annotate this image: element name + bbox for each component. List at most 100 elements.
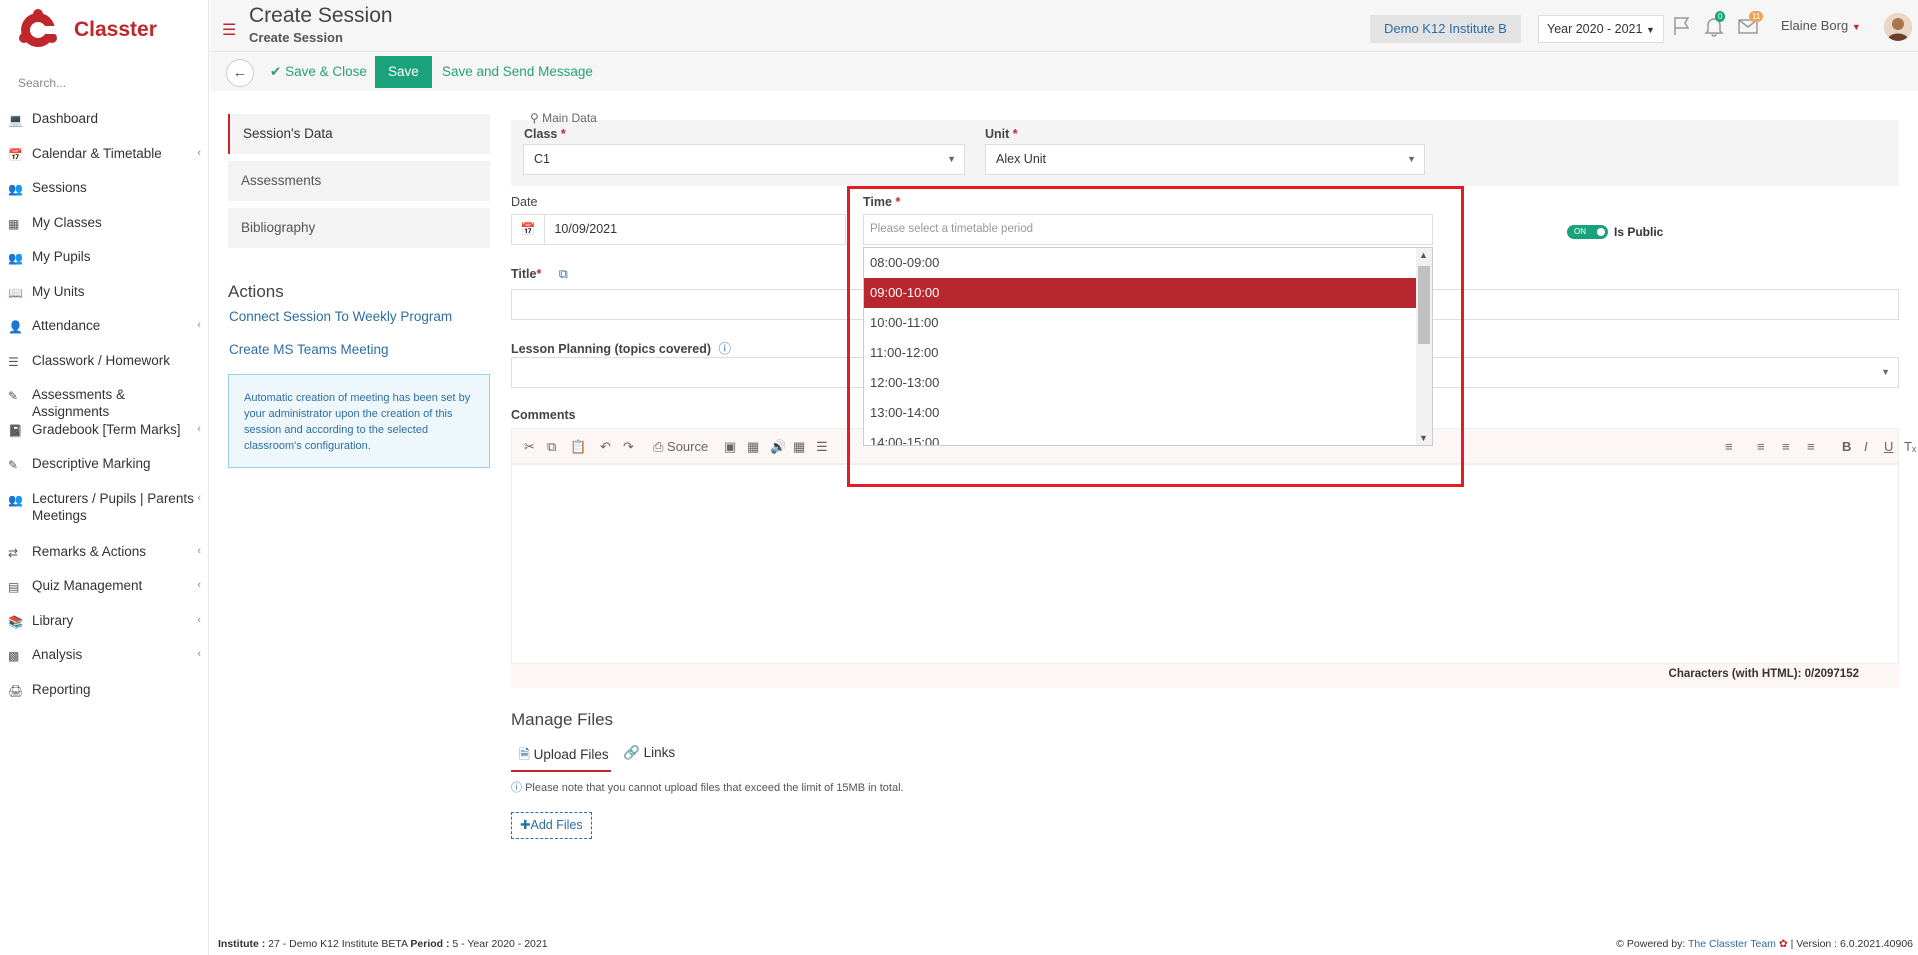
caret-down-icon: ▼ (1407, 154, 1416, 164)
tab-links[interactable]: 🔗 Links (623, 745, 675, 761)
active-tab-underline (511, 770, 611, 772)
justify-icon[interactable]: ≡ (1725, 439, 1733, 454)
tab-sessions-data[interactable]: Session's Data (228, 114, 490, 154)
notifications[interactable]: 0 (1703, 11, 1726, 37)
sidebar-item-my-pupils[interactable]: 👥 My Pupils (0, 248, 209, 283)
class-value: C1 (534, 152, 550, 166)
add-files-button[interactable]: ✚Add Files (511, 812, 592, 839)
time-select-input[interactable]: Please select a timetable period (863, 214, 1433, 245)
check-icon: ✔ (270, 64, 282, 79)
time-option[interactable]: 09:00-10:00 (864, 278, 1416, 308)
sidebar-item-analysis[interactable]: ▩ Analysis ‹ (0, 646, 209, 681)
user-menu[interactable]: Elaine Borg ▼ (1781, 18, 1861, 33)
sidebar-item-label: Sessions (32, 180, 87, 195)
chevron-left-icon: ‹ (197, 422, 201, 435)
align-center-icon[interactable]: ≡ (1782, 439, 1790, 454)
scroll-down-icon[interactable]: ▼ (1419, 433, 1428, 443)
sidebar-item-library[interactable]: 📚 Library ‹ (0, 612, 209, 647)
page-title: Create Session (249, 4, 393, 27)
copy-icon[interactable]: ⧉ (547, 439, 556, 455)
flag-icon[interactable] (1671, 15, 1693, 37)
cut-icon[interactable]: ✂ (524, 439, 535, 455)
align-left-icon[interactable]: ≡ (1757, 439, 1765, 454)
save-close-button[interactable]: ✔ Save & Close (270, 64, 367, 80)
sidebar-item-my-classes[interactable]: ▦ My Classes (0, 214, 209, 249)
sidebar-item-label: Dashboard (32, 111, 99, 126)
dropdown-scrollbar[interactable]: ▲ ▼ (1416, 248, 1432, 445)
copy-icon[interactable]: ⧉ (559, 267, 568, 281)
table-icon[interactable]: ▦ (793, 439, 805, 455)
sidebar-item-quiz-management[interactable]: ▤ Quiz Management ‹ (0, 577, 209, 612)
undo-icon[interactable]: ↶ (600, 439, 611, 455)
connect-weekly-program-link[interactable]: Connect Session To Weekly Program (229, 309, 452, 324)
sidebar-item-dashboard[interactable]: 💻 Dashboard (0, 110, 209, 145)
sidebar-item-my-units[interactable]: 📖 My Units (0, 283, 209, 318)
sidebar-item-calendar-timetable[interactable]: 📅 Calendar & Timetable ‹ (0, 145, 209, 180)
tab-bibliography[interactable]: Bibliography (228, 208, 490, 248)
required-marker: * (895, 195, 901, 209)
info-icon[interactable]: ⓘ (719, 342, 732, 356)
time-option[interactable]: 11:00-12:00 (864, 338, 1416, 368)
unit-select[interactable]: Alex Unit ▼ (985, 144, 1425, 175)
comments-editor[interactable] (511, 464, 1899, 664)
save-button[interactable]: Save (375, 56, 432, 88)
paste-icon[interactable]: 📋 (570, 439, 586, 455)
image-icon[interactable]: ▣ (724, 439, 736, 455)
sidebar-item-descriptive-marking[interactable]: ✎ Descriptive Marking (0, 455, 209, 490)
date-field[interactable]: 📅 10/09/2021 (511, 214, 846, 245)
bold-icon[interactable]: B (1842, 439, 1851, 454)
save-close-label: Save & Close (285, 64, 367, 79)
sidebar-item-label: Reporting (32, 681, 91, 697)
sessions-icon: 👥 (8, 182, 23, 196)
sidebar-item-classwork-homework[interactable]: ☰ Classwork / Homework (0, 352, 209, 387)
avatar[interactable] (1884, 13, 1912, 41)
scrollbar-thumb[interactable] (1418, 266, 1430, 344)
sidebar-item-sessions[interactable]: 👥 Sessions (0, 179, 209, 214)
time-option[interactable]: 14:00-15:00 (864, 428, 1416, 445)
time-option[interactable]: 08:00-09:00 (864, 248, 1416, 278)
messages[interactable]: 11 (1737, 11, 1764, 37)
institute-button[interactable]: Demo K12 Institute B (1370, 15, 1521, 43)
user-name: Elaine Borg (1781, 18, 1849, 33)
sidebar-item-reporting[interactable]: 🖨 Reporting (0, 681, 209, 716)
save-send-message-button[interactable]: Save and Send Message (442, 64, 593, 79)
redo-icon[interactable]: ↷ (623, 439, 634, 455)
time-option[interactable]: 12:00-13:00 (864, 368, 1416, 398)
tab-upload-files[interactable]: 🗎 Upload Files (519, 745, 609, 768)
classter-team-link[interactable]: The Classter Team (1688, 938, 1776, 950)
sidebar-item-label: My Classes (32, 214, 102, 230)
shuffle-icon: ⇄ (8, 545, 19, 560)
underline-icon[interactable]: U (1884, 439, 1893, 454)
sidebar-item-attendance[interactable]: 👤 Attendance ‹ (0, 317, 209, 352)
search-input[interactable]: Search... (18, 76, 66, 90)
time-option[interactable]: 13:00-14:00 (864, 398, 1416, 428)
add-files-label: Add Files (530, 818, 583, 832)
picture-icon[interactable]: ▦ (747, 439, 759, 455)
logo[interactable]: Classter (18, 8, 157, 52)
class-select[interactable]: C1 ▼ (523, 144, 965, 175)
menu-toggle-icon[interactable]: ☰ (222, 20, 236, 40)
audio-icon[interactable]: 🔊 (770, 439, 786, 455)
source-label: Source (667, 439, 709, 454)
teams-info-box: Automatic creation of meeting has been s… (228, 374, 490, 468)
sidebar-item-lecturers-pupils-parents-meetings[interactable]: 👥 Lecturers / Pupils | Parents Meetings ‹ (0, 490, 209, 543)
year-dropdown[interactable]: Year 2020 - 2021 ▼ (1538, 15, 1664, 43)
tab-assessments[interactable]: Assessments (228, 161, 490, 201)
is-public-toggle[interactable]: ON (1567, 225, 1608, 239)
sidebar-item-remarks-actions[interactable]: ⇄ Remarks & Actions ‹ (0, 543, 209, 578)
create-teams-meeting-link[interactable]: Create MS Teams Meeting (229, 342, 389, 357)
sidebar-item-gradebook-term-marks[interactable]: 📓 Gradebook [Term Marks] ‹ (0, 421, 209, 456)
chevron-left-icon: ‹ (197, 544, 201, 557)
calendar-icon: 📅 (512, 215, 545, 244)
clear-format-icon[interactable]: Tₓ (1904, 439, 1916, 454)
back-button[interactable]: ← (226, 59, 254, 87)
source-button[interactable]: ⎙ Source (653, 439, 708, 455)
sidebar-item-assessments-assignments[interactable]: ✎ Assessments & Assignments (0, 386, 209, 421)
scroll-up-icon[interactable]: ▲ (1419, 250, 1428, 260)
time-option[interactable]: 10:00-11:00 (864, 308, 1416, 338)
title-label-text: Title (511, 267, 537, 281)
italic-icon[interactable]: I (1864, 439, 1868, 454)
title-label: Title* ⧉ (511, 267, 568, 282)
align-right-icon[interactable]: ≡ (1807, 439, 1815, 454)
horizontal-line-icon[interactable]: ☰ (816, 439, 828, 455)
